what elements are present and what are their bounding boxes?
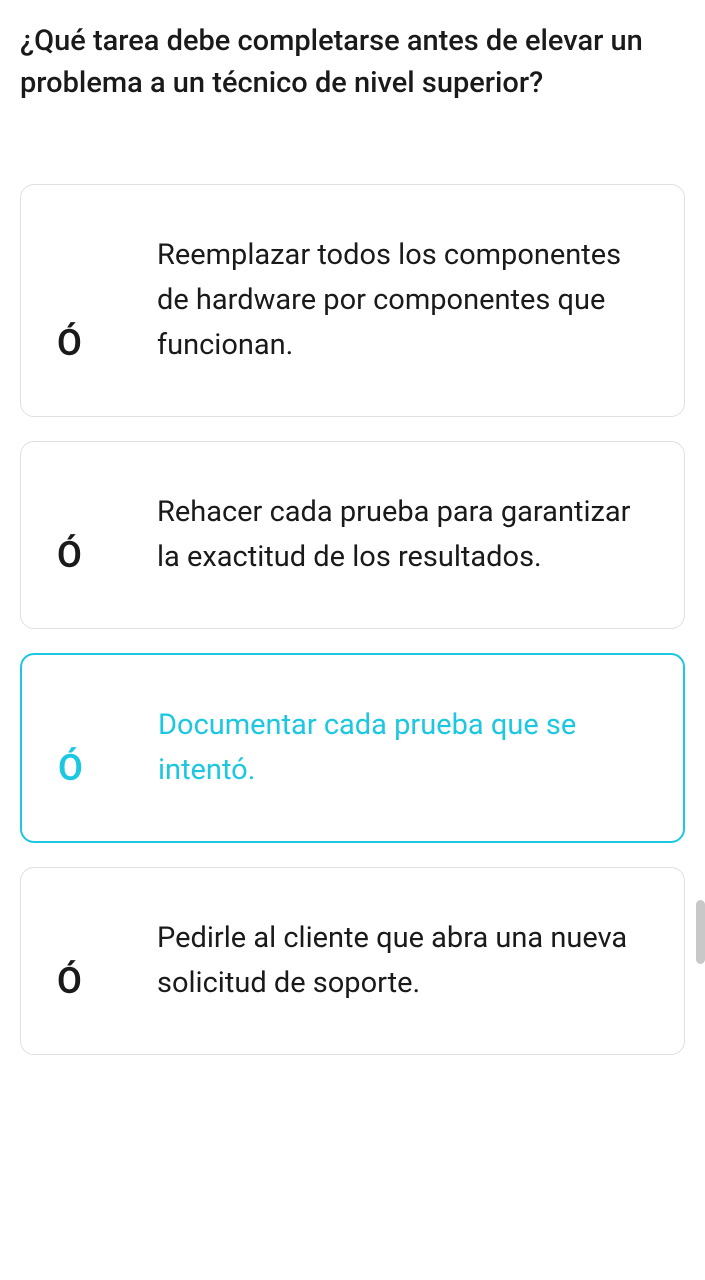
option-marker: Ó [57,322,157,364]
scrollbar-thumb[interactable] [696,900,705,964]
question-text: ¿Qué tarea debe completarse antes de ele… [20,20,685,104]
option-marker: Ó [57,534,157,576]
option-marker: Ó [57,960,157,1002]
option-2[interactable]: Ó Documentar cada prueba que se intentó. [20,653,685,843]
option-text: Pedirle al cliente que abra una nueva so… [157,916,644,1006]
option-text: Reemplazar todos los componentes de hard… [157,233,644,368]
options-container: Ó Reemplazar todos los componentes de ha… [20,184,685,1054]
option-0[interactable]: Ó Reemplazar todos los componentes de ha… [20,184,685,417]
option-marker: Ó [58,747,158,789]
option-1[interactable]: Ó Rehacer cada prueba para garantizar la… [20,441,685,629]
option-text: Documentar cada prueba que se intentó. [158,703,643,793]
option-text: Rehacer cada prueba para garantizar la e… [157,490,644,580]
option-3[interactable]: Ó Pedirle al cliente que abra una nueva … [20,867,685,1055]
